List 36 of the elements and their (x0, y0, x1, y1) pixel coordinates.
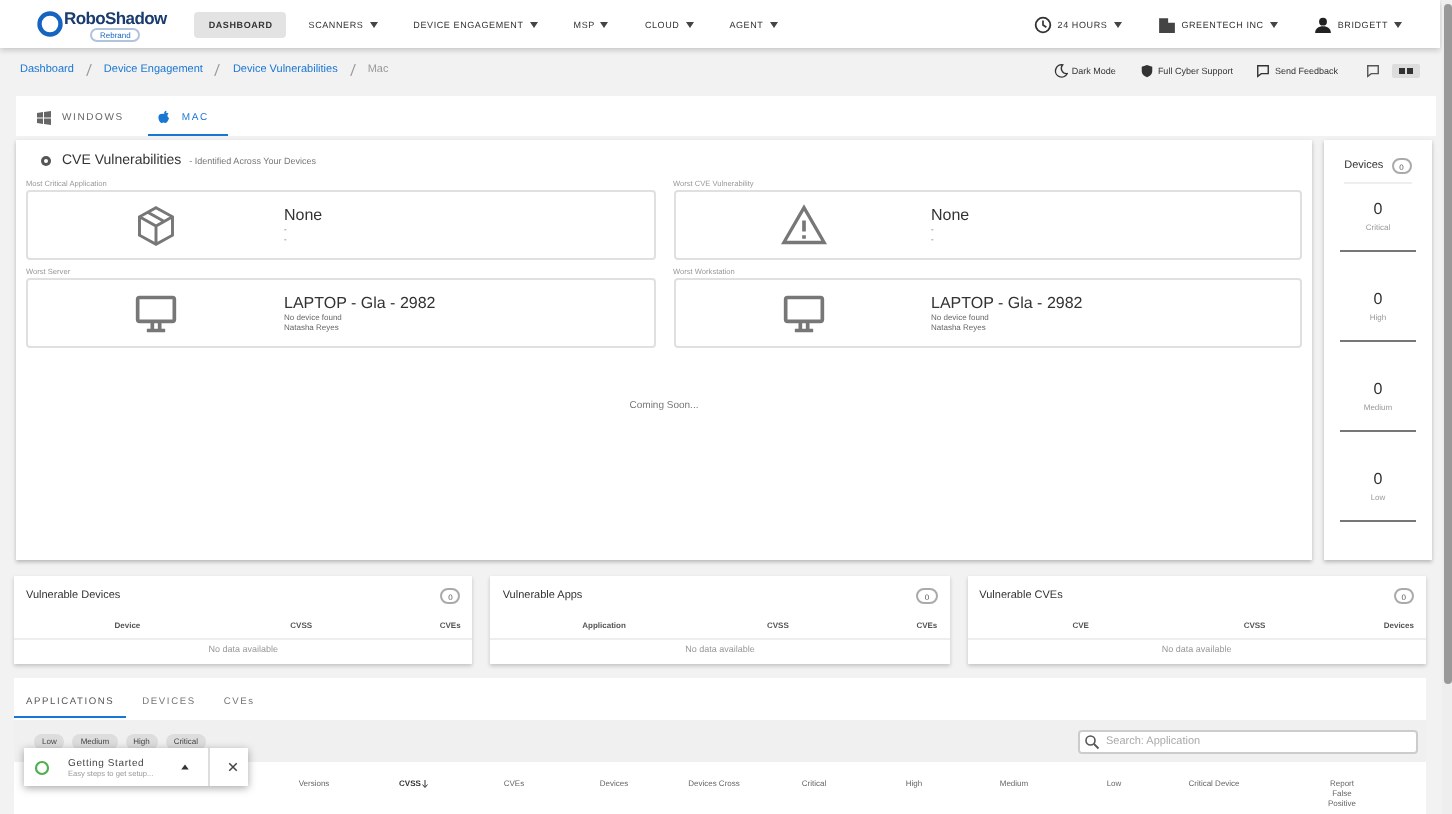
breadcrumb-separator-icon (349, 64, 356, 76)
chat-icon (1256, 63, 1271, 77)
monitor-icon (134, 291, 178, 335)
search-icon (1084, 733, 1100, 749)
brand-name[interactable]: RoboShadow (64, 7, 167, 27)
scrollbar[interactable] (1442, 0, 1452, 814)
monitor-icon (781, 291, 825, 335)
windows-icon (36, 109, 52, 125)
card-title: LAPTOP - Gla - 2982 (284, 294, 436, 312)
columns-icon (1398, 65, 1414, 75)
clock-icon (1033, 15, 1052, 33)
caret-icon (1394, 21, 1402, 27)
card-title: LAPTOP - Gla - 2982 (931, 294, 1083, 312)
stat-value: 0 (1373, 470, 1383, 488)
breadcrumb-separator-icon (85, 64, 92, 76)
building-icon (1157, 15, 1176, 33)
stat-value: 0 (1373, 380, 1383, 398)
moon-icon (1053, 63, 1068, 77)
progress-ring-icon (34, 759, 50, 775)
user-icon (1313, 15, 1332, 33)
apple-icon (155, 109, 172, 125)
caret-icon (1269, 21, 1278, 27)
logo-ring-icon (36, 10, 64, 38)
chat-toggle-icon[interactable] (1366, 63, 1380, 77)
warning-icon (779, 203, 827, 247)
caret-icon (1113, 21, 1122, 27)
close-icon[interactable] (228, 762, 238, 772)
sort-arrow-icon (422, 779, 429, 787)
card-title: None (931, 206, 970, 224)
breadcrumb-separator-icon (214, 64, 221, 76)
stat-value: 0 (1373, 200, 1383, 218)
shield-icon (1139, 63, 1154, 77)
layout-toggle-button[interactable] (1392, 63, 1420, 77)
stat-value: 0 (1373, 290, 1383, 308)
package-icon (134, 203, 178, 247)
card-title: None (284, 206, 323, 224)
